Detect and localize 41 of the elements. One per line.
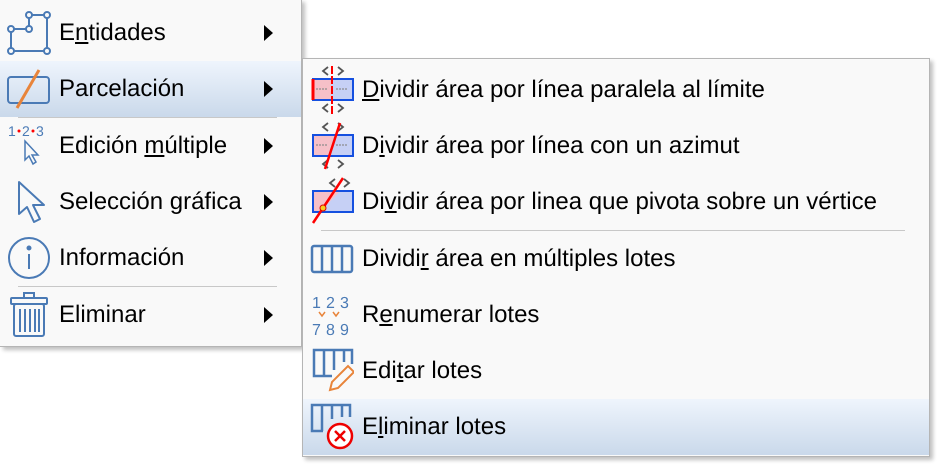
submenu-arrow-icon [264,194,273,210]
menu-item-label: Dividir área por línea paralela al límite [362,76,765,103]
columns-delete-icon [309,403,355,451]
submenu-arrow-icon [264,81,273,97]
submenu-arrow-icon [264,138,273,154]
info-icon [7,236,51,280]
menu-item[interactable]: Dividir área por línea con un azimut [303,118,929,174]
menu-item-label: Dividir área por linea que pivota sobre un vértice [362,188,877,215]
menu-item[interactable]: Dividir área en múltiples lotes [303,231,929,287]
menu-item-label: Renumerar lotes [362,301,540,328]
menu-item-label: Dividir área por línea con un azimut [362,132,740,159]
menu-item-label: Dividir área en múltiples lotes [362,245,676,272]
menu-item[interactable]: Parcelación [0,61,301,117]
menu-item-label: Selección gráfica [59,188,242,215]
menu-item-label: Parcelación [59,75,184,102]
menu-item-label: Entidades [59,19,166,46]
menu-item-label: Editar lotes [362,357,482,384]
columns-pencil-icon [310,348,354,394]
menu-item[interactable]: Información [0,230,301,286]
menu-item[interactable]: Eliminar lotes [303,399,929,455]
menu-item[interactable]: Editar lotes [303,343,929,399]
trash-icon [9,292,49,338]
menu-item[interactable]: 1 2 3 7 8 9 Renumerar lotes [303,287,929,343]
split-area-icon [310,65,354,115]
submenu-arrow-icon [264,25,273,41]
menu-item[interactable]: Dividir área por linea que pivota sobre un vértice [303,174,929,230]
menu-item-label: Eliminar [59,301,146,328]
submenu-arrow-icon [264,250,273,266]
menu-item[interactable]: Dividir área por línea paralela al límite [303,62,929,118]
menu-item[interactable]: Eliminar [0,287,301,343]
polygon-nodes-icon [7,11,51,55]
split-rectangle-icon [7,69,51,109]
menu-item-label: Eliminar lotes [362,413,506,440]
menu-item[interactable]: Selección gráfica [0,174,301,230]
menu-item-label: Información [59,244,184,271]
menu-item[interactable]: Entidades [0,5,301,61]
split-area-icon [310,121,354,171]
menu-item-label: Edición múltiple [59,132,228,159]
submenu-arrow-icon [264,307,273,323]
columns-icon [310,244,354,274]
menu-item[interactable]: 1 2 3 Edición múltiple [0,118,301,174]
